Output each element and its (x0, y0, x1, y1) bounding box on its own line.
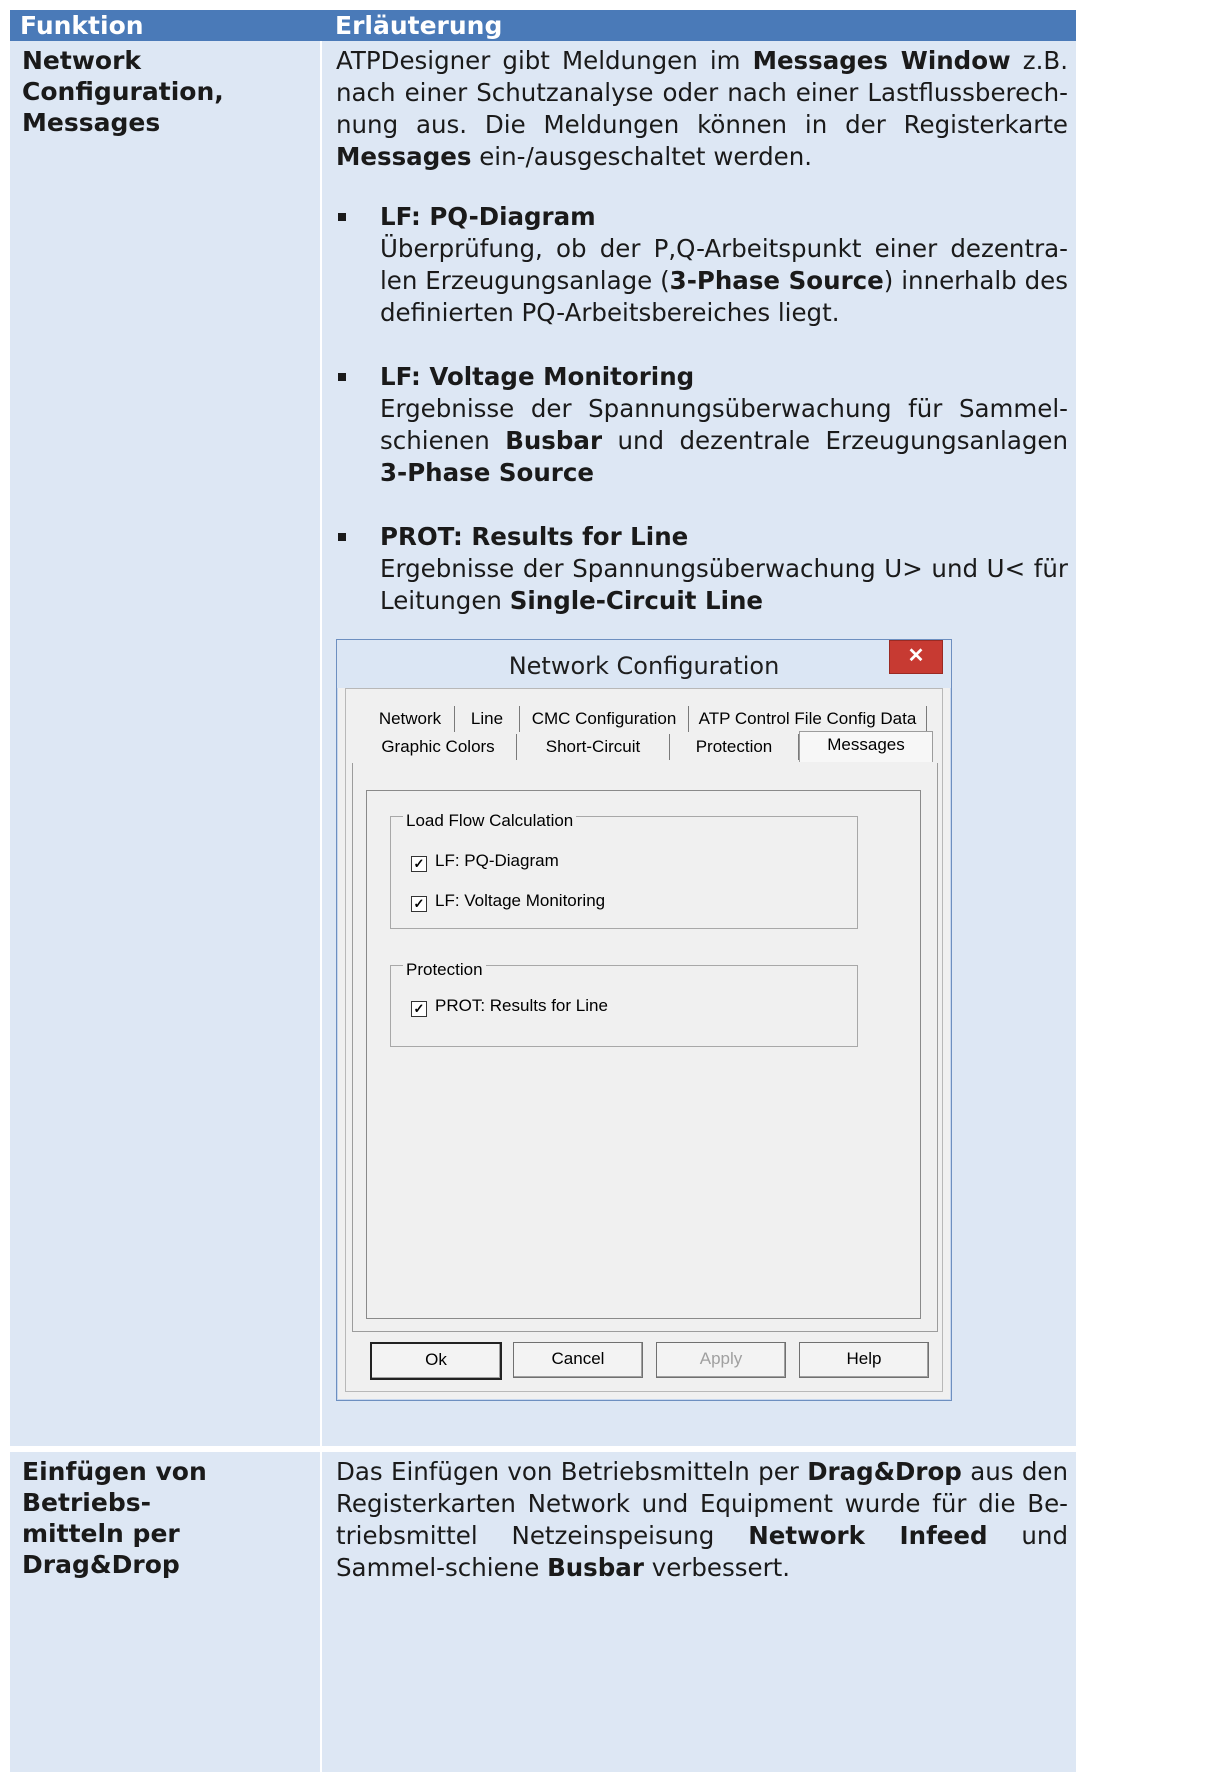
bold-text-run: 3-Phase Source (380, 458, 595, 487)
row2-explanation-cell: Das Einfügen von Betriebsmitteln per Dra… (321, 1452, 1076, 1772)
checkbox-check-icon[interactable]: ✓ (411, 1001, 427, 1017)
tab-short-circuit[interactable]: Short-Circuit (517, 734, 670, 760)
text-run: und dezentrale Erzeugungsanlagen (602, 426, 1068, 455)
row2-text: Das Einfügen von Betriebsmitteln per Dra… (322, 1452, 1076, 1584)
tab-atp-control-file-config-data[interactable]: ATP Control File Config Data (689, 706, 927, 732)
bold-text-run: Busbar (547, 1553, 644, 1582)
table-row: Einfügen von Betriebs- mitteln per Drag&… (10, 1452, 1076, 1772)
load-flow-group-title: Load Flow Calculation (403, 805, 577, 837)
bullet-marker (338, 373, 346, 381)
bullet-body: Ergebnisse der Spannungsüberwachung für … (380, 393, 1068, 489)
header-erlaeuterung: Erläuterung (321, 10, 1076, 41)
bold-text-run: Drag&Drop (807, 1457, 962, 1486)
tab-protection[interactable]: Protection (670, 734, 799, 760)
bullet-title: PROT: Results for Line (380, 522, 689, 551)
dialog-body: Network Line CMC Configuration ATP Contr… (345, 688, 943, 1392)
row2-function-cell: Einfügen von Betriebs- mitteln per Drag&… (10, 1452, 322, 1772)
function-table: Funktion Erläuterung Network Configurati… (10, 10, 1076, 1772)
tab-messages[interactable]: Messages (799, 731, 933, 762)
tab-strip-row1: Network Line CMC Configuration ATP Contr… (366, 706, 927, 734)
bold-text-run: 3-Phase Source (669, 266, 884, 295)
bullet-item: LF: PQ-Diagram Überprüfung, ob der P,Q-A… (336, 201, 1068, 329)
checkbox-label: LF: Voltage Monitoring (435, 891, 606, 910)
bold-text-run: Single-Circuit Line (509, 586, 764, 615)
network-configuration-dialog: Network Configuration ✕ Network Line CMC… (336, 639, 952, 1401)
table-row: Network Configuration, Messages ATPDesig… (10, 41, 1076, 1446)
row1-intro: ATPDesigner gibt Meldungen im Messages W… (336, 45, 1068, 173)
dialog-titlebar: Network Configuration ✕ (337, 640, 951, 688)
row1-function-line1: Network Configuration, (22, 46, 224, 106)
bold-text-run: Network Infeed (748, 1521, 988, 1550)
text-run: ein-/ausgeschaltet werden. (471, 142, 813, 171)
row2-function-line1: Einfügen von Betriebs- (22, 1457, 207, 1517)
row1-function-cell: Network Configuration, Messages (10, 41, 322, 1446)
ok-button[interactable]: Ok (370, 1342, 502, 1380)
bullet-marker (338, 213, 346, 221)
bullet-title: LF: Voltage Monitoring (380, 362, 695, 391)
header-funktion: Funktion (10, 10, 321, 41)
bold-text-run: Messages (336, 142, 472, 171)
bullet-item: LF: Voltage Monitoring Ergebnisse der Sp… (336, 361, 1068, 489)
bullet-body: Überprüfung, ob der P,Q-Arbeitspunkt ein… (380, 233, 1068, 329)
load-flow-group: Load Flow Calculation ✓ LF: PQ-Diagram ✓ L… (390, 805, 858, 929)
bullet-marker (338, 533, 346, 541)
dialog-title: Network Configuration (508, 652, 780, 680)
bold-text-run: Busbar (505, 426, 603, 455)
tab-line[interactable]: Line (455, 706, 520, 732)
protection-group: Protection ✓ PROT: Results for Line (390, 954, 858, 1047)
lf-pq-diagram-checkbox[interactable]: ✓ LF: PQ-Diagram (411, 851, 559, 872)
close-icon[interactable]: ✕ (889, 640, 943, 674)
tab-strip-row2: Graphic Colors Short-Circuit Protection … (360, 731, 936, 762)
help-button[interactable]: Help (799, 1342, 929, 1378)
checkbox-label: LF: PQ-Diagram (435, 851, 559, 870)
bullet-item: PROT: Results for Line Ergebnisse der Sp… (336, 521, 1068, 617)
prot-results-for-line-checkbox[interactable]: ✓ PROT: Results for Line (411, 996, 608, 1017)
messages-panel: Load Flow Calculation ✓ LF: PQ-Diagram ✓ L… (366, 790, 921, 1319)
row1-function-line2: Messages (22, 108, 161, 137)
tab-graphic-colors[interactable]: Graphic Colors (360, 734, 517, 760)
protection-group-title: Protection (403, 954, 486, 986)
cancel-button[interactable]: Cancel (513, 1342, 643, 1378)
bullet-body: Ergebnisse der Spannungsüberwachung U> u… (380, 553, 1068, 617)
tab-cmc-configuration[interactable]: CMC Configuration (520, 706, 689, 732)
text-run: verbessert. (643, 1553, 791, 1582)
row2-function-line2: mitteln per Drag&Drop (22, 1519, 180, 1579)
text-run: ATPDesigner gibt Meldungen im (336, 46, 753, 75)
checkbox-check-icon[interactable]: ✓ (411, 856, 427, 872)
text-run: Das Einfügen von Betriebsmitteln per (336, 1457, 808, 1486)
row1-explanation-cell: ATPDesigner gibt Meldungen im Messages W… (321, 41, 1076, 1446)
apply-button[interactable]: Apply (656, 1342, 786, 1378)
lf-voltage-monitoring-checkbox[interactable]: ✓ LF: Voltage Monitoring (411, 891, 605, 912)
checkbox-label: PROT: Results for Line (435, 996, 608, 1015)
checkbox-check-icon[interactable]: ✓ (411, 896, 427, 912)
bullet-title: LF: PQ-Diagram (380, 202, 596, 231)
tab-network[interactable]: Network (366, 706, 455, 732)
table-header-row: Funktion Erläuterung (10, 10, 1076, 41)
bold-text-run: Messages Window (752, 46, 1011, 75)
